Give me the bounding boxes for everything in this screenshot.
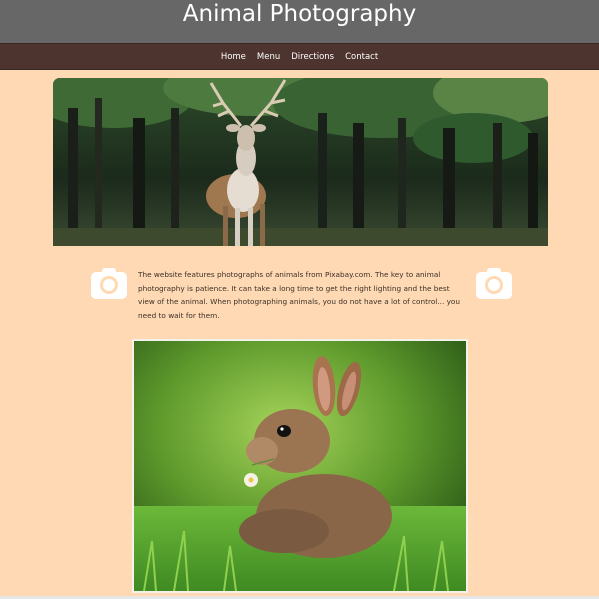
nav-link-directions[interactable]: Directions [291,52,334,62]
page-title: Animal Photography [182,1,417,27]
intro-text: The website features photographs of anim… [138,270,461,320]
deer-photo [53,78,548,246]
site-header: Animal Photography [0,0,599,43]
feature-image-rabbit [132,339,468,593]
rabbit-photo [134,341,466,591]
nav-link-menu[interactable]: Menu [257,52,280,62]
camera-icon [90,266,128,300]
camera-icon [475,266,513,300]
main-nav: Home Menu Directions Contact [0,43,599,70]
hero-image-deer [53,78,548,246]
nav-link-contact[interactable]: Contact [345,52,378,62]
nav-link-home[interactable]: Home [221,52,246,62]
